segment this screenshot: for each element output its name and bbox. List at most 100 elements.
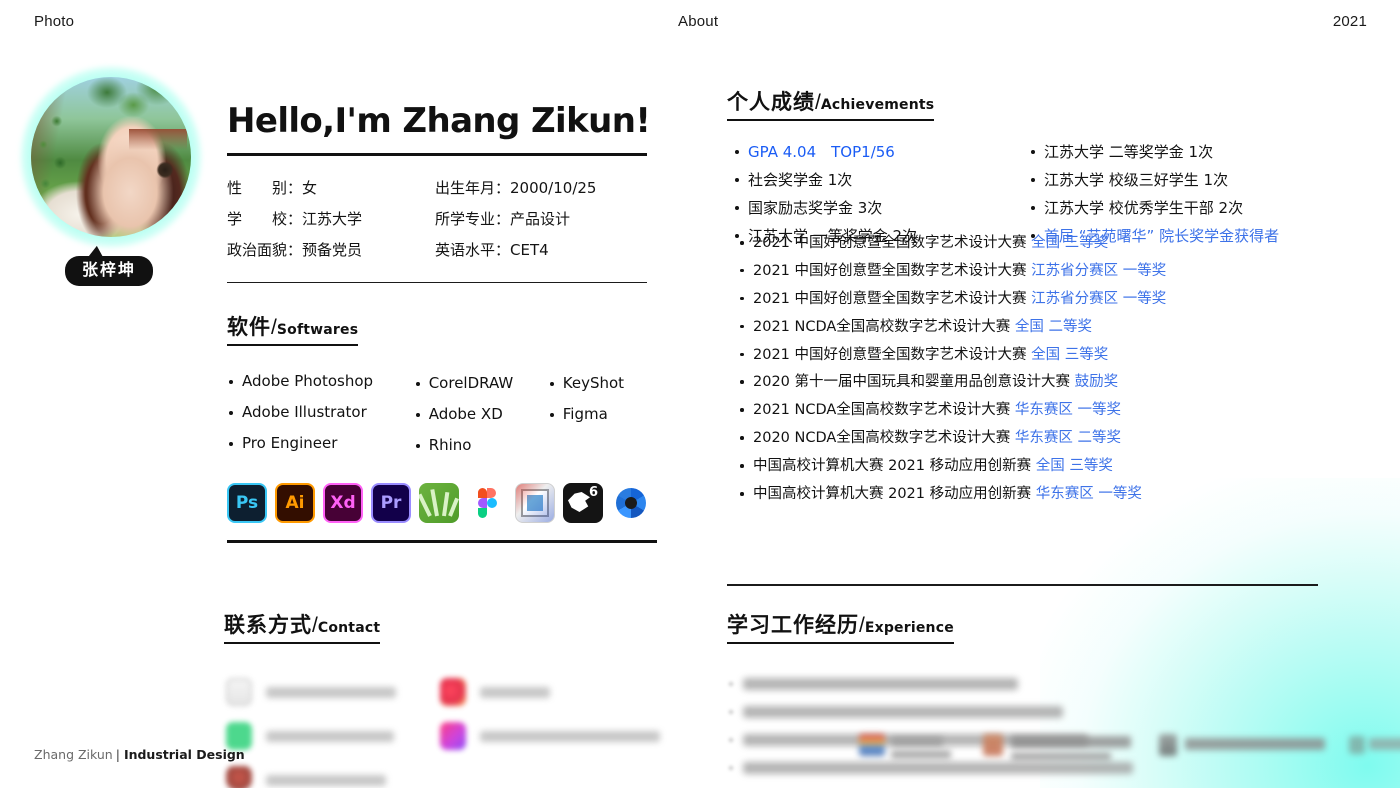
- achievements-heading-cn: 个人成绩: [727, 90, 815, 114]
- award-title: 2021 中国好创意暨全国数字艺术设计大赛: [753, 291, 1027, 307]
- software-item: Rhino: [414, 438, 548, 453]
- org-logo-2-subtext: [1011, 752, 1111, 761]
- info-birthdate: 出生年月：2000/10/25: [435, 179, 647, 198]
- photoshop-icon: Ps: [227, 483, 267, 523]
- email-icon: [440, 722, 466, 750]
- awards-divider: [727, 584, 1318, 586]
- info-english-level: 英语水平：CET4: [435, 241, 647, 260]
- header-year-label: 2021: [1333, 13, 1367, 30]
- photo-cart-wheel: [129, 129, 187, 191]
- footer-major: Industrial Design: [124, 747, 245, 762]
- award-level: 华东赛区 二等奖: [1015, 430, 1121, 446]
- org-logo-4-text: [1369, 738, 1400, 750]
- achievement-item: 社会奖学金 1次: [733, 173, 1033, 188]
- phone-icon: [226, 678, 252, 706]
- achievement-item: 江苏大学 校级三好学生 1次: [1029, 173, 1369, 188]
- qq-icon: [226, 766, 252, 788]
- figma-glyph: [478, 488, 496, 518]
- footer-separator: |: [116, 747, 120, 762]
- award-level: 华东赛区 一等奖: [1015, 402, 1121, 418]
- award-level: 华东赛区 一等奖: [1036, 486, 1142, 502]
- contact-section: 联系方式/Contact: [224, 609, 664, 788]
- award-title: 2021 中国好创意暨全国数字艺术设计大赛: [753, 235, 1027, 251]
- contact-heading: 联系方式/Contact: [224, 609, 380, 644]
- achievement-item: 江苏大学 校优秀学生干部 2次: [1029, 201, 1369, 216]
- award-level: 全国 三等奖: [1031, 347, 1108, 363]
- wechat-icon: [226, 722, 252, 750]
- adobe-xd-icon: Xd: [323, 483, 363, 523]
- award-level: 全国 二等奖: [1015, 319, 1092, 335]
- award-item: 2020 NCDA全国高校数字艺术设计大赛 华东赛区 二等奖: [733, 431, 1373, 446]
- contact-value-redacted: [266, 775, 386, 786]
- award-title: 2020 NCDA全国高校数字艺术设计大赛: [753, 430, 1010, 446]
- contact-item-wechat: [226, 722, 394, 750]
- experience-value-redacted: [743, 678, 1018, 690]
- achievements-heading: 个人成绩/Achievements: [727, 86, 934, 121]
- contact-heading-en: Contact: [318, 620, 380, 636]
- org-logo-1: [859, 734, 885, 756]
- award-title: 2021 中国好创意暨全国数字艺术设计大赛: [753, 263, 1027, 279]
- experience-heading-cn: 学习工作经历: [727, 613, 859, 637]
- info-political-status: 政治面貌：预备党员: [227, 241, 435, 260]
- illustrator-icon: Ai: [275, 483, 315, 523]
- contact-item-email: [440, 722, 660, 750]
- softwares-heading-cn: 软件: [227, 315, 271, 339]
- award-title: 2021 NCDA全国高校数字艺术设计大赛: [753, 319, 1010, 335]
- software-item: Adobe Illustrator: [227, 405, 414, 420]
- achievement-item: 国家励志奖学金 3次: [733, 201, 1033, 216]
- awards-list: 2021 中国好创意暨全国数字艺术设计大赛 全国 三等奖 2021 中国好创意暨…: [733, 236, 1373, 515]
- softwares-column-1: Adobe Photoshop Adobe Illustrator Pro En…: [227, 374, 414, 469]
- award-level: 全国 三等奖: [1036, 458, 1113, 474]
- pro-engineer-icon: [515, 483, 555, 523]
- info-school: 学 校：江苏大学: [227, 210, 435, 229]
- software-item: Figma: [548, 407, 657, 422]
- photo-foliage-left: [31, 77, 87, 207]
- contact-heading-cn: 联系方式: [224, 613, 312, 637]
- software-item: Pro Engineer: [227, 436, 414, 451]
- footer: Zhang Zikun| Industrial Design: [34, 747, 245, 762]
- software-item: CorelDRAW: [414, 376, 548, 391]
- personal-info-grid: 性 别：女 出生年月：2000/10/25 学 校：江苏大学 所学专业：产品设计…: [227, 179, 647, 259]
- xiaohongshu-icon: [440, 678, 466, 706]
- softwares-section: 软件/Softwares Adobe Photoshop Adobe Illus…: [227, 311, 657, 543]
- contact-item-phone: [226, 678, 396, 706]
- org-logo-2: [983, 734, 1003, 756]
- award-title: 2021 NCDA全国高校数字艺术设计大赛: [753, 402, 1010, 418]
- award-item: 2021 中国好创意暨全国数字艺术设计大赛 全国 三等奖: [733, 348, 1373, 363]
- info-major: 所学专业：产品设计: [435, 210, 647, 229]
- premiere-icon: Pr: [371, 483, 411, 523]
- bullet-icon: [729, 766, 733, 770]
- experience-heading: 学习工作经历/Experience: [727, 609, 954, 644]
- software-item: Adobe XD: [414, 407, 548, 422]
- experience-heading-en: Experience: [865, 620, 954, 636]
- award-level: 江苏省分赛区 一等奖: [1031, 291, 1166, 307]
- coreldraw-glyph: [419, 483, 459, 523]
- award-item: 2021 中国好创意暨全国数字艺术设计大赛 全国 三等奖: [733, 236, 1373, 251]
- award-title: 中国高校计算机大赛 2021 移动应用创新赛: [753, 458, 1031, 474]
- experience-value-redacted: [743, 706, 1063, 718]
- page-body: 张梓坤 Hello,I'm Zhang Zikun! 性 别：女 出生年月：20…: [0, 0, 1400, 788]
- footer-name: Zhang Zikun: [34, 747, 113, 762]
- contact-list: [224, 670, 664, 788]
- org-logo-1-subtext: [891, 750, 951, 759]
- org-logo-3: [1159, 734, 1177, 756]
- contact-value-redacted: [480, 687, 550, 698]
- rhino-icon: 6: [563, 483, 603, 523]
- award-item: 中国高校计算机大赛 2021 移动应用创新赛 全国 三等奖: [733, 459, 1373, 474]
- right-column: 个人成绩/Achievements GPA 4.04 TOP1/56 社会奖学金…: [700, 46, 1400, 746]
- softwares-column-2: CorelDRAW Adobe XD Rhino: [414, 374, 548, 469]
- award-level: 江苏省分赛区 一等奖: [1031, 263, 1166, 279]
- organization-logo-row: [855, 728, 1365, 768]
- award-level: 全国 三等奖: [1031, 235, 1108, 251]
- softwares-column-3: KeyShot Figma: [548, 374, 657, 469]
- nameplate: 张梓坤: [65, 256, 153, 286]
- figma-icon: [467, 483, 507, 523]
- avatar: 张梓坤: [21, 67, 201, 297]
- experience-item: [729, 678, 1018, 690]
- left-column: 张梓坤 Hello,I'm Zhang Zikun! 性 别：女 出生年月：20…: [0, 46, 690, 746]
- keyshot-icon: [611, 483, 651, 523]
- award-title: 2021 中国好创意暨全国数字艺术设计大赛: [753, 347, 1027, 363]
- contact-item-qq: [226, 766, 386, 788]
- experience-item: [729, 706, 1063, 718]
- rhino-version-label: 6: [589, 485, 598, 500]
